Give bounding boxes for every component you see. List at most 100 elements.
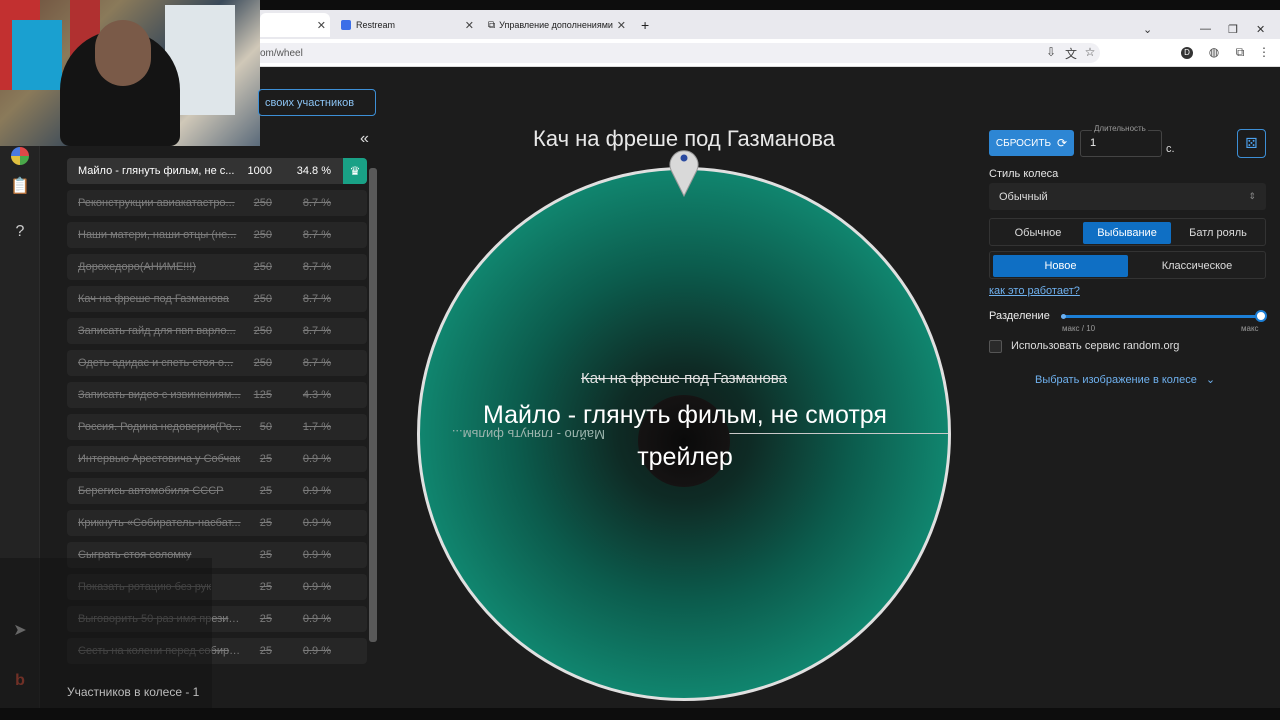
address-text: om/wheel [260,47,303,59]
scrollbar-thumb[interactable] [369,168,377,642]
list-scrollbar[interactable] [369,168,377,642]
tab-active[interactable]: ✕ [260,13,330,37]
select-image-dropdown[interactable]: Выбрать изображение в колесе ⌄ [1035,373,1215,386]
split-label: Разделение [989,310,1050,322]
participant-percent: 0.9 % [302,453,331,465]
globe-icon[interactable]: ◍ [1206,45,1222,59]
participant-row[interactable]: Записать гайд для пвп варло... 250 8.7 % [67,318,367,344]
wheel-logo-icon[interactable] [11,147,29,165]
participant-name: Кач на фреше под Газманова [78,293,229,305]
help-icon[interactable]: ? [10,222,30,242]
tab-addons[interactable]: ⧉ Управление дополнениями ✕ [480,13,630,37]
participant-amount: 25 [259,645,272,657]
new-tab-icon[interactable]: + [633,13,653,37]
participant-row[interactable]: Интервью Арестовича у Собчак 25 0.9 % [67,446,367,472]
close-window-icon[interactable]: ✕ [1256,23,1265,36]
participant-name: Реконструкции авиакатастро... [78,197,235,209]
restore-icon[interactable]: ❐ [1228,23,1238,36]
participant-row[interactable]: Кач на фреше под Газманова 250 8.7 % [67,286,367,312]
submode-new-tab[interactable]: Новое [993,255,1128,277]
chevron-down-icon[interactable]: ⌄ [1143,23,1152,36]
close-icon[interactable]: ✕ [465,19,474,32]
participant-amount: 1000 [247,165,272,177]
minimize-icon[interactable]: — [1200,23,1211,35]
select-arrows-icon: ⇕ [1248,191,1256,201]
window-bottom-border [0,708,1280,720]
tab-label: Управление дополнениями [499,20,613,30]
participant-name: Интервью Арестовича у Собчак [78,453,241,465]
restream-icon [341,20,351,30]
participant-amount: 25 [259,485,272,497]
participant-name: Майло - глянуть фильм, не с... [78,165,235,177]
mode-label: Батл рояль [1189,227,1247,239]
tab-label: Restream [356,20,396,30]
participant-amount: 250 [253,357,272,369]
participant-percent: 0.9 % [302,581,331,593]
participant-amount: 25 [259,453,272,465]
participant-row[interactable]: Майло - глянуть фильм, не с... 1000 34.8 %… [67,158,367,184]
wheel-pointer-icon [669,150,699,198]
participant-amount: 250 [253,197,272,209]
participant-percent: 0.9 % [302,549,331,561]
participant-amount: 250 [253,293,272,305]
address-bar[interactable]: om/wheel [220,43,1100,63]
reset-button[interactable]: СБРОСИТЬ ⟳ [989,130,1074,156]
extensions-icon[interactable]: ⧉ [1232,45,1248,60]
participant-amount: 50 [259,421,272,433]
participant-row[interactable]: Записать видео с извинениям... 125 4.3 % [67,382,367,408]
tab-restream[interactable]: Restream ✕ [333,13,478,37]
mode-label: Выбывание [1097,227,1157,239]
install-icon[interactable]: ⇩ [1043,45,1059,59]
participant-name: Записать видео с извинениям... [78,389,241,401]
dice-button[interactable]: ⚄ [1237,129,1266,158]
close-icon[interactable]: ✕ [617,19,626,32]
random-org-checkbox[interactable] [989,340,1002,353]
participant-row[interactable]: Наши матери, наши отцы (не... 250 8.7 % [67,222,367,248]
menu-icon[interactable]: ⋮ [1256,45,1272,59]
profile-icon[interactable]: D [1181,47,1193,59]
participant-amount: 25 [259,613,272,625]
mode-elimination-tab[interactable]: Выбывание [1083,222,1171,244]
collapse-sidebar-icon[interactable]: « [360,130,369,148]
eliminated-label: Кач на фреше под Газманова [581,370,787,387]
mode-normal-tab[interactable]: Обычное [993,222,1083,244]
split-min-label: макс / 10 [1062,324,1096,333]
webcam-overlay [0,0,260,146]
submode-classic-tab[interactable]: Классическое [1130,255,1264,277]
mode-label: Обычное [1014,227,1062,239]
mode-segmented-control: Обычное Выбывание Батл рояль [989,218,1266,246]
participant-amount: 250 [253,261,272,273]
split-slider-track[interactable] [1061,315,1261,318]
flag-kazakhstan [12,20,62,90]
submode-segmented-control: Новое Классическое [989,251,1266,279]
participant-name: Крикнуть «Собиратель-насбат... [78,517,241,529]
split-max-label: макс [1241,324,1259,333]
translate-icon[interactable]: 文 [1063,45,1079,62]
participant-row[interactable]: Дорохедоро(АНИМЕ!!!) 250 8.7 % [67,254,367,280]
participant-percent: 0.9 % [302,485,331,497]
winner-crown-icon: ♛ [343,158,367,184]
participant-percent: 0.9 % [302,613,331,625]
wheel-style-value: Обычный [999,190,1048,203]
participant-row[interactable]: Крикнуть «Собиратель-насбат... 25 0.9 % [67,510,367,536]
participant-row[interactable]: Россия. Родина недоверия(Ро... 50 1.7 % [67,414,367,440]
participant-amount: 25 [259,549,272,561]
close-icon[interactable]: ✕ [317,19,326,32]
add-participants-button[interactable]: своих участников [258,89,376,116]
bookmark-star-icon[interactable]: ☆ [1082,45,1098,59]
mode-battle-royale-tab[interactable]: Батл рояль [1173,222,1263,244]
participant-percent: 1.7 % [302,421,331,433]
how-it-works-link[interactable]: как это работает? [989,285,1080,297]
wheel-style-select[interactable]: Обычный ⇕ [989,183,1266,210]
participant-name: Одеть адидас и спеть стоя о... [78,357,234,369]
split-slider-knob[interactable] [1255,310,1267,322]
random-org-label: Использовать сервис random.org [1011,340,1180,352]
participant-row[interactable]: Берегись автомобиля СССР 25 0.9 % [67,478,367,504]
winner-label: Майло - глянуть фильм, не смотря трейлер [483,401,887,471]
participant-percent: 34.8 % [296,165,331,177]
clipboard-icon[interactable]: 📋 [10,177,30,197]
add-button-label: своих участников [265,96,355,109]
participant-percent: 0.9 % [302,517,331,529]
participant-row[interactable]: Реконструкции авиакатастро... 250 8.7 % [67,190,367,216]
participant-row[interactable]: Одеть адидас и спеть стоя о... 250 8.7 % [67,350,367,376]
